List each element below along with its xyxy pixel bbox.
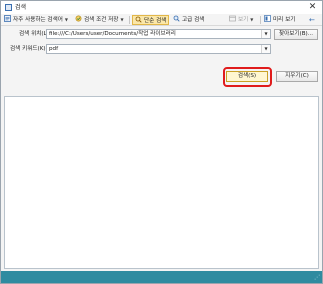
simple-search-tab[interactable]: 단순 검색 — [132, 15, 170, 25]
simple-search-label: 단순 검색 — [144, 18, 167, 24]
clear-button[interactable]: 지우기(C) — [276, 71, 318, 82]
save-condition-dropdown[interactable]: 검색 조건 저장 ▼ — [75, 15, 124, 25]
preview-icon — [264, 15, 271, 22]
chevron-down-icon[interactable]: ▼ — [261, 45, 270, 53]
recent-searches-label: 자주 사용하는 검색어 — [13, 17, 63, 23]
advanced-search-tab[interactable]: 고급 검색 — [173, 15, 204, 25]
advanced-search-icon — [173, 15, 180, 22]
close-button[interactable]: ✕ — [307, 2, 318, 13]
search-results-list[interactable] — [4, 96, 319, 269]
recent-searches-dropdown[interactable]: 자주 사용하는 검색어 ▼ — [4, 15, 68, 25]
preview-label: 미리 보기 — [273, 17, 296, 23]
keyword-value: pdf — [49, 46, 59, 52]
toolbar: 자주 사용하는 검색어 ▼ 검색 조건 저장 ▼ 단순 검색 고급 검색 보기 … — [1, 14, 322, 26]
chevron-down-icon: ▼ — [250, 17, 254, 22]
simple-search-icon — [135, 16, 142, 23]
chevron-down-icon: ▼ — [120, 17, 124, 22]
preview-button[interactable]: 미리 보기 — [264, 15, 295, 25]
location-combobox[interactable]: file:///C:/Users/user/Documents/작업 라이브러리… — [46, 29, 271, 39]
view-icon — [229, 15, 236, 22]
chevron-down-icon[interactable]: ▼ — [261, 30, 270, 38]
keyword-combobox[interactable]: pdf ▼ — [46, 44, 271, 54]
title-bar: 검색 ✕ — [1, 1, 322, 14]
location-value: file:///C:/Users/user/Documents/작업 라이브러리 — [49, 31, 176, 37]
toolbar-divider — [260, 16, 261, 24]
status-bar: ⋰ — [1, 271, 322, 283]
view-label: 보기 — [238, 17, 249, 23]
browse-button[interactable]: 찾아보기(B)... — [274, 29, 318, 40]
save-condition-label: 검색 조건 저장 — [84, 17, 119, 23]
save-condition-icon — [75, 15, 82, 22]
search-button[interactable]: 검색(S) — [226, 71, 268, 82]
advanced-search-label: 고급 검색 — [182, 17, 205, 23]
app-icon — [5, 4, 12, 11]
back-arrow-icon[interactable]: ← — [309, 15, 315, 25]
toolbar-divider — [129, 16, 130, 24]
chevron-down-icon: ▼ — [64, 17, 68, 22]
keyword-label: 검색 키워드(K): — [10, 46, 48, 52]
recent-searches-icon — [4, 15, 11, 22]
window-title: 검색 — [15, 4, 27, 11]
search-window: 검색 ✕ 자주 사용하는 검색어 ▼ 검색 조건 저장 ▼ 단순 검색 고급 검… — [0, 0, 323, 284]
view-dropdown[interactable]: 보기 ▼ — [229, 15, 253, 25]
resize-grip-icon[interactable]: ⋰ — [314, 274, 320, 282]
